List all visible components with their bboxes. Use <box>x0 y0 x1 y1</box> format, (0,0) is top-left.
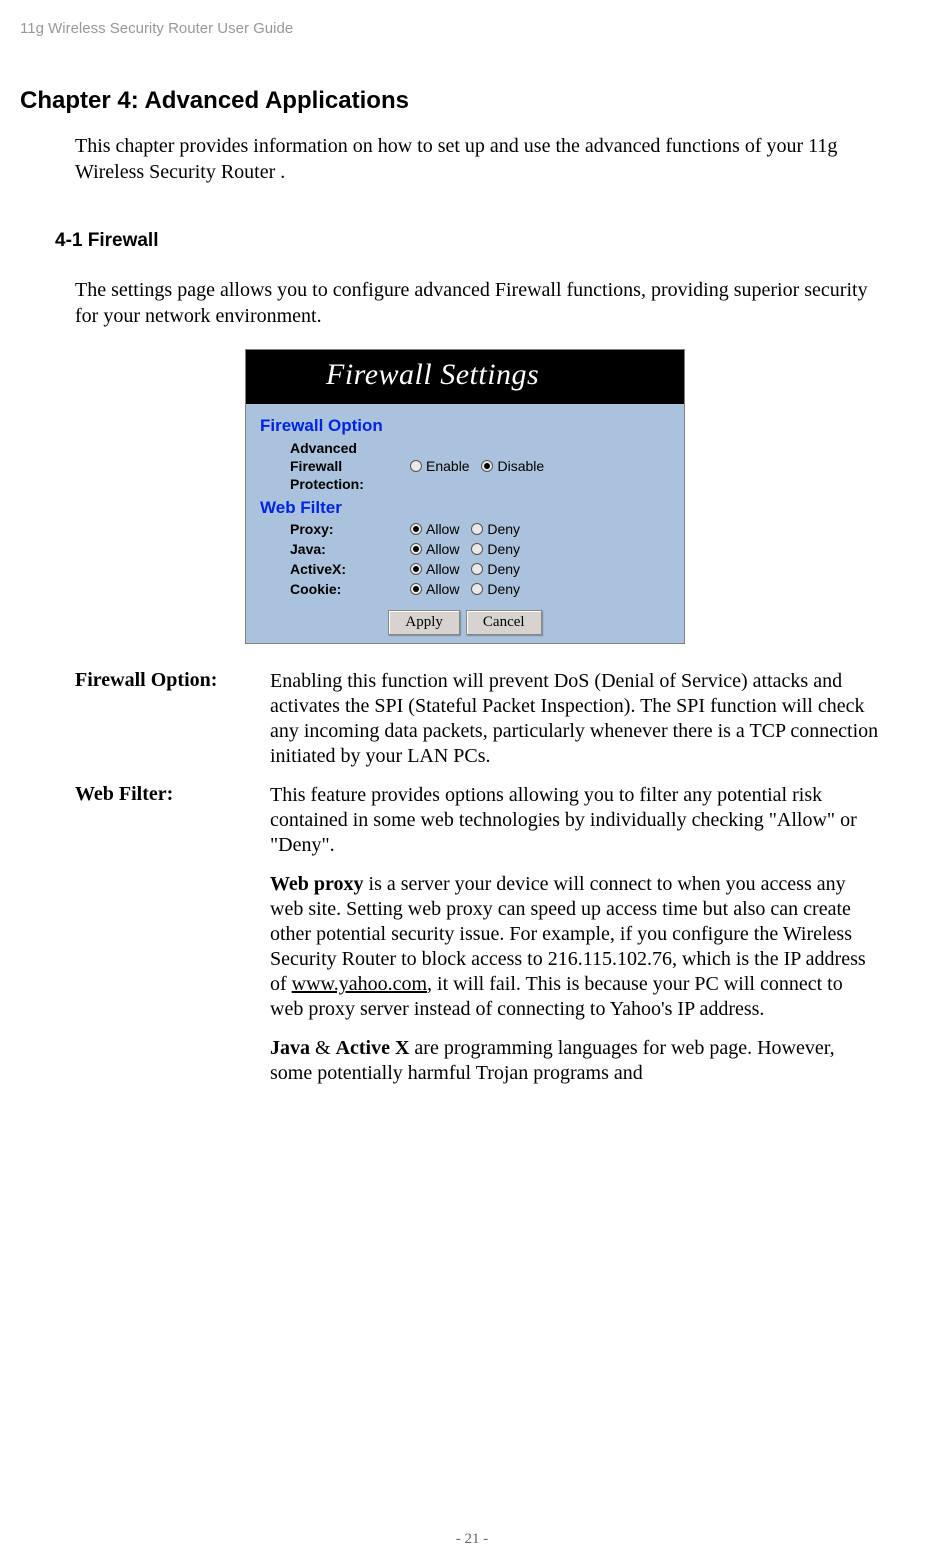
router-title: Firewall Settings <box>246 350 684 404</box>
activex-bold: Active X <box>336 1037 410 1059</box>
web-filter-section-label: Web Filter <box>260 498 670 518</box>
definition-firewall-option: Firewall Option: Enabling this function … <box>75 669 879 769</box>
firewall-option-section-label: Firewall Option <box>260 416 670 436</box>
page-header: 11g Wireless Security Router User Guide <box>20 20 884 37</box>
proxy-allow-radio[interactable] <box>410 523 422 535</box>
activex-allow-radio[interactable] <box>410 563 422 575</box>
intro-text: This chapter provides information on how… <box>75 133 874 185</box>
def-desc-web-filter: This feature provides options allowing y… <box>270 783 879 858</box>
advanced-firewall-label: AdvancedFirewallProtection: <box>260 439 410 494</box>
java-deny-label: Deny <box>487 541 520 557</box>
java-bold: Java <box>270 1037 310 1059</box>
chapter-title: Chapter 4: Advanced Applications <box>20 87 884 115</box>
java-deny-radio[interactable] <box>471 543 483 555</box>
cookie-label: Cookie: <box>260 580 410 598</box>
def-java-paragraph: Java & Active X are programming language… <box>270 1036 879 1086</box>
section-title-firewall: 4-1 Firewall <box>55 230 884 252</box>
page-number: - 21 - <box>0 1531 944 1548</box>
proxy-label: Proxy: <box>260 520 410 538</box>
disable-radio[interactable] <box>481 460 493 472</box>
java-label: Java: <box>260 540 410 558</box>
enable-label: Enable <box>426 458 470 474</box>
proxy-allow-label: Allow <box>426 521 459 537</box>
activex-deny-radio[interactable] <box>471 563 483 575</box>
def-term-web-filter: Web Filter: <box>75 783 270 1086</box>
def-proxy-paragraph: Web proxy is a server your device will c… <box>270 872 879 1022</box>
java-allow-label: Allow <box>426 541 459 557</box>
cookie-deny-radio[interactable] <box>471 583 483 595</box>
amp-text: & <box>310 1037 336 1059</box>
activex-deny-label: Deny <box>487 561 520 577</box>
disable-label: Disable <box>497 458 544 474</box>
web-proxy-bold: Web proxy <box>270 873 364 895</box>
cookie-allow-radio[interactable] <box>410 583 422 595</box>
definition-web-filter: Web Filter: This feature provides option… <box>75 783 879 1086</box>
def-term-firewall-option: Firewall Option: <box>75 669 270 769</box>
router-screenshot: Firewall Settings Firewall Option Advanc… <box>245 349 884 644</box>
activex-allow-label: Allow <box>426 561 459 577</box>
proxy-deny-label: Deny <box>487 521 520 537</box>
section-text: The settings page allows you to configur… <box>75 277 874 329</box>
yahoo-link-text: www.yahoo.com <box>292 973 427 995</box>
cancel-button[interactable]: Cancel <box>466 610 542 635</box>
cookie-deny-label: Deny <box>487 581 520 597</box>
def-desc-firewall-option: Enabling this function will prevent DoS … <box>270 669 879 769</box>
activex-label: ActiveX: <box>260 560 410 578</box>
java-allow-radio[interactable] <box>410 543 422 555</box>
cookie-allow-label: Allow <box>426 581 459 597</box>
apply-button[interactable]: Apply <box>388 610 460 635</box>
enable-radio[interactable] <box>410 460 422 472</box>
proxy-deny-radio[interactable] <box>471 523 483 535</box>
